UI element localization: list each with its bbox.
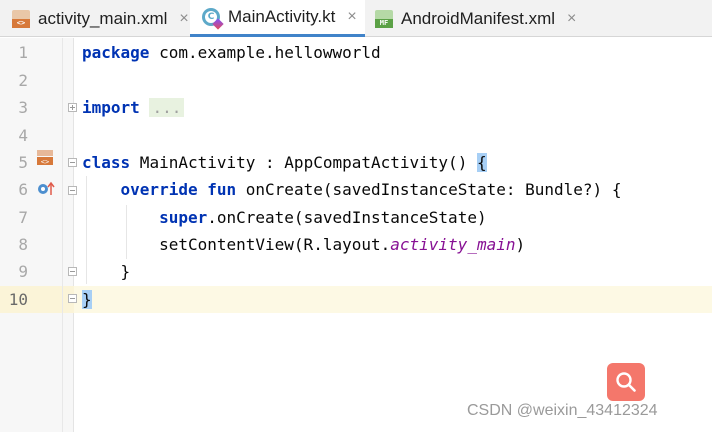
closing-paren: )	[515, 235, 526, 254]
method-call: .onCreate(savedInstanceState)	[207, 208, 487, 227]
code-line-7[interactable]: override fun onCreate(savedInstanceState…	[82, 180, 622, 199]
line-number: 2	[18, 71, 28, 90]
close-icon[interactable]: ×	[347, 8, 356, 26]
xml-layout-file-icon: <>	[12, 9, 30, 28]
override-method-gutter-icon[interactable]	[37, 181, 55, 197]
resource-reference: activity_main	[390, 235, 516, 254]
fold-end-icon[interactable]	[68, 267, 77, 276]
close-icon[interactable]: ×	[179, 10, 188, 28]
keyword: class	[82, 153, 131, 172]
code-line-1[interactable]: package com.example.hellowworld	[82, 43, 381, 62]
keyword: import	[82, 98, 140, 117]
method-signature: onCreate(savedInstanceState: Bundle?) {	[236, 180, 622, 199]
close-icon[interactable]: ×	[567, 10, 576, 28]
tab-label: activity_main.xml	[38, 8, 168, 28]
fold-collapse-icon[interactable]	[68, 158, 77, 167]
keyword: package	[82, 43, 150, 62]
line-number: 10	[8, 290, 28, 309]
line-number: 9	[18, 262, 28, 281]
closing-brace: }	[120, 262, 131, 281]
gutter-separator	[62, 38, 63, 432]
current-line-highlight	[0, 286, 712, 313]
matched-brace: {	[476, 153, 487, 172]
code-line-8[interactable]: super.onCreate(savedInstanceState)	[82, 208, 487, 227]
fold-expand-icon[interactable]	[68, 103, 77, 112]
line-number: 3	[18, 98, 28, 117]
search-icon	[616, 372, 636, 392]
svg-text:<>: <>	[41, 158, 49, 166]
tab-activity-main-xml[interactable]: <> activity_main.xml ×	[0, 0, 190, 37]
code-line-10[interactable]: }	[82, 262, 131, 281]
keyword: fun	[207, 180, 237, 199]
line-number: 1	[18, 43, 28, 62]
package-name: com.example.hellowworld	[149, 43, 381, 62]
code-line-11[interactable]: }	[82, 290, 92, 309]
method-call: setContentView(R.layout.	[159, 235, 391, 254]
tab-androidmanifest-xml[interactable]: MF AndroidManifest.xml ×	[365, 0, 585, 37]
code-line-6[interactable]: class MainActivity : AppCompatActivity()…	[82, 153, 487, 172]
android-layout-gutter-icon[interactable]: <>	[36, 150, 54, 166]
folded-imports[interactable]: ...	[149, 98, 185, 117]
matched-brace: }	[82, 290, 92, 309]
search-button[interactable]	[607, 363, 645, 401]
tab-mainactivity-kt[interactable]: C MainActivity.kt ×	[190, 0, 365, 37]
fold-end-icon[interactable]	[68, 294, 77, 303]
line-number: 7	[18, 208, 28, 227]
editor-tab-bar: <> activity_main.xml × C MainActivity.kt…	[0, 0, 712, 37]
watermark: CSDN @weixin_43412324	[467, 402, 658, 419]
manifest-file-icon: MF	[375, 9, 393, 28]
kotlin-class-file-icon: C	[202, 8, 224, 30]
class-declaration: MainActivity : AppCompatActivity()	[130, 153, 477, 172]
line-number: 8	[18, 235, 28, 254]
tab-label: AndroidManifest.xml	[401, 8, 556, 28]
line-number: 4	[18, 126, 28, 145]
line-number: 5	[18, 153, 28, 172]
code-line-3[interactable]: import ...	[82, 98, 185, 117]
keyword: override	[120, 180, 198, 199]
keyword: super	[159, 208, 208, 227]
code-line-9[interactable]: setContentView(R.layout.activity_main)	[82, 235, 525, 254]
tab-label: MainActivity.kt	[228, 7, 336, 26]
fold-collapse-icon[interactable]	[68, 186, 77, 195]
line-number: 6	[18, 180, 28, 199]
